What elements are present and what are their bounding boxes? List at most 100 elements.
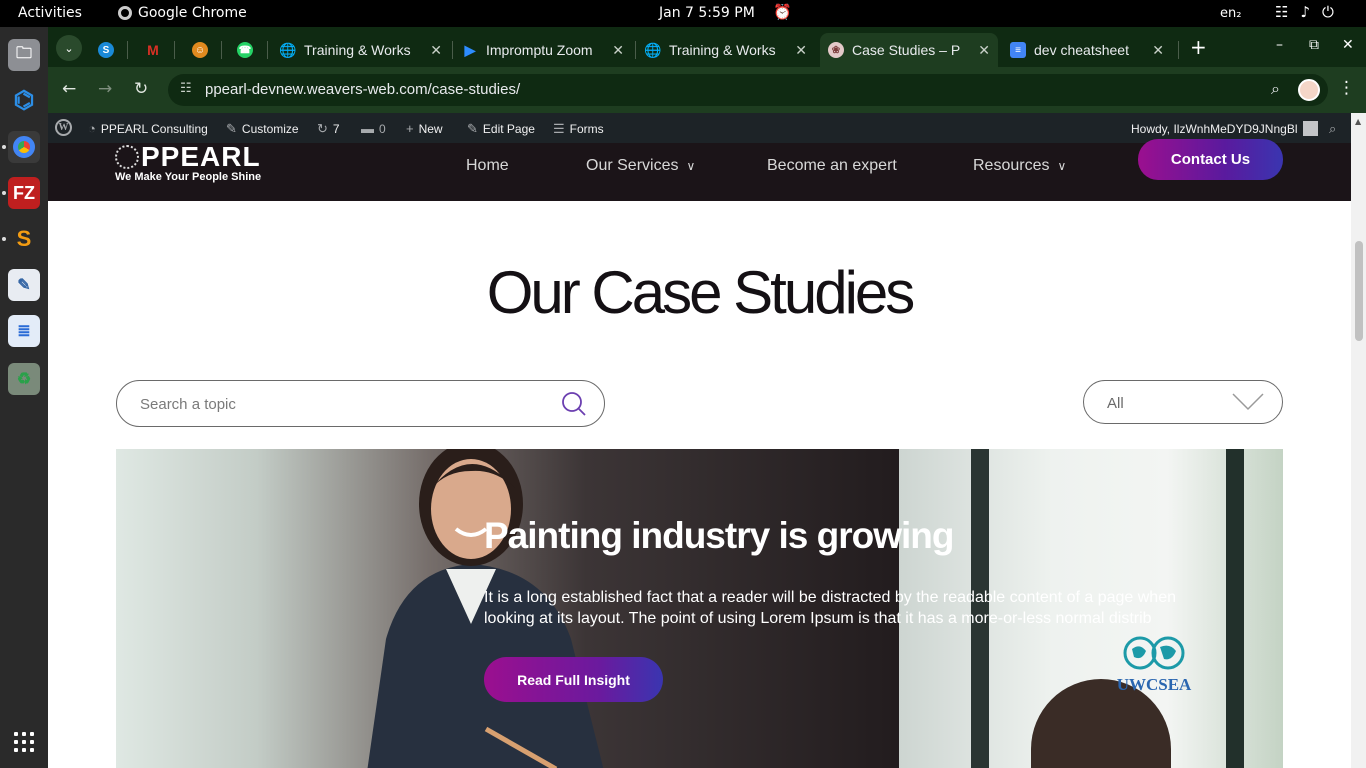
clock[interactable]: Jan 7 5:59 PM (659, 5, 755, 21)
zoom-icon[interactable]: ⌕ (1271, 79, 1280, 99)
close-tab-icon[interactable]: ✕ (430, 42, 442, 59)
close-tab-icon[interactable]: ✕ (1152, 42, 1164, 59)
partner-logo: UWCSEA (1104, 635, 1204, 695)
globe-icon: 🌐 (644, 41, 662, 58)
wp-updates[interactable]: ↻ 7 (317, 121, 340, 137)
case-study-headline: Painting industry is growing (484, 515, 954, 556)
show-apps-icon[interactable] (14, 732, 34, 752)
tab-search-icon[interactable]: ⌄ (56, 35, 82, 61)
tab-gmail[interactable]: M (145, 33, 161, 67)
wordpress-logo-icon[interactable]: W (55, 119, 72, 136)
page-title: Our Case Studies (486, 259, 916, 326)
scroll-up-icon[interactable]: ▲ (1355, 117, 1361, 126)
url-text[interactable]: ppearl-devnew.weavers-web.com/case-studi… (205, 81, 520, 98)
read-full-insight-button[interactable]: Read Full Insight (484, 657, 663, 702)
scrollbar-thumb[interactable] (1355, 241, 1363, 341)
vscode-icon[interactable]: ⌬ (8, 84, 40, 116)
chrome-menu-icon[interactable]: ⋮ (1338, 78, 1355, 98)
running-indicator (2, 145, 6, 149)
tab-mascot[interactable]: ☺ (192, 33, 208, 67)
nav-our-services[interactable]: Our Services ∨ (586, 157, 695, 175)
tab-training-2[interactable]: 🌐 Training & Works ✕ (644, 33, 815, 67)
wp-comments[interactable]: ▬ 0 (361, 121, 386, 136)
featured-case-study: Painting industry is growing It is a lon… (116, 449, 1283, 768)
page-viewport: W ◔ PPEARL Consulting ✎ Customize ↻ 7 ▬ … (48, 113, 1366, 768)
system-tray[interactable]: ☷ ♪ ⏻ (1275, 3, 1334, 21)
tab-skype[interactable]: S (98, 33, 114, 67)
whatsapp-icon: ☎ (237, 42, 253, 58)
text-editor-icon[interactable]: ✎ (8, 269, 40, 301)
trash-icon[interactable]: ♻ (8, 363, 40, 395)
tab-zoom[interactable]: ▶ Impromptu Zoom ✕ (462, 33, 632, 67)
site-logo[interactable]: PPEARL We Make Your People Shine (115, 143, 261, 183)
wp-search-icon[interactable]: ⌕ (1329, 121, 1336, 137)
profile-avatar[interactable] (1298, 79, 1320, 101)
reload-icon[interactable]: ↻ (134, 79, 148, 99)
app-menu[interactable]: Google Chrome (118, 5, 247, 21)
wp-edit-page[interactable]: ✎ Edit Page (467, 121, 535, 137)
page-scrollbar[interactable]: ▲ (1351, 113, 1366, 768)
running-indicator (2, 237, 6, 241)
chrome-app-icon (118, 6, 132, 20)
wp-site-name[interactable]: ◔ PPEARL Consulting (88, 121, 208, 136)
input-language[interactable]: en₂ (1220, 6, 1241, 21)
running-indicator (2, 191, 6, 195)
address-bar[interactable]: ☷ ppearl-devnew.weavers-web.com/case-stu… (168, 74, 1328, 106)
ppearl-icon: ❀ (828, 42, 844, 58)
tab-strip: ⌄ S M ☺ ☎ 🌐 Training & Works ✕ ▶ Impromp… (48, 27, 1366, 67)
close-tab-icon[interactable]: ✕ (612, 42, 624, 59)
chevron-down-icon: ∨ (686, 159, 696, 173)
activities-button[interactable]: Activities (18, 5, 82, 21)
case-study-excerpt: It is a long established fact that a rea… (484, 589, 1176, 627)
sublime-icon[interactable]: S (8, 223, 40, 255)
wp-customize[interactable]: ✎ Customize (226, 121, 299, 137)
volume-icon: ♪ (1300, 3, 1311, 21)
docs-viewer-icon[interactable]: ≣ (8, 315, 40, 347)
category-filter-select[interactable]: All (1083, 380, 1283, 424)
wp-forms[interactable]: ☰ Forms (553, 121, 604, 137)
browser-toolbar: ← → ↻ ☷ ppearl-devnew.weavers-web.com/ca… (48, 67, 1366, 113)
close-window-icon[interactable]: ✕ (1342, 37, 1354, 53)
close-tab-icon[interactable]: ✕ (795, 42, 807, 59)
close-tab-icon[interactable]: ✕ (978, 42, 990, 59)
power-icon: ⏻ (1322, 3, 1334, 21)
tab-training-1[interactable]: 🌐 Training & Works ✕ (279, 33, 450, 67)
nav-become-expert[interactable]: Become an expert (767, 157, 897, 175)
forms-icon: ☰ (553, 121, 565, 136)
nav-home[interactable]: Home (466, 157, 509, 175)
tab-whatsapp[interactable]: ☎ (237, 33, 253, 67)
updates-icon: ↻ (317, 121, 328, 136)
brush-icon: ✎ (226, 121, 237, 136)
filezilla-icon[interactable]: FZ (8, 177, 40, 209)
skype-icon: S (98, 42, 114, 58)
user-avatar (1302, 121, 1318, 136)
mascot-icon: ☺ (192, 42, 208, 58)
back-icon[interactable]: ← (62, 79, 76, 99)
docs-icon: ≡ (1010, 42, 1026, 58)
plus-icon: + (406, 121, 414, 136)
wp-new[interactable]: + New (406, 121, 443, 136)
gmail-icon: M (147, 42, 159, 58)
site-header: PPEARL We Make Your People Shine Home Ou… (48, 139, 1351, 201)
nav-resources[interactable]: Resources ∨ (973, 157, 1066, 175)
search-icon[interactable] (561, 391, 587, 421)
pencil-icon: ✎ (467, 121, 478, 136)
chrome-icon[interactable] (8, 131, 40, 163)
chevron-down-icon: ∨ (1057, 159, 1067, 173)
forward-icon[interactable]: → (98, 79, 112, 99)
system-top-bar: Activities Google Chrome Jan 7 5:59 PM ⏰… (0, 0, 1366, 27)
minimize-icon[interactable]: – (1276, 37, 1283, 53)
comment-icon: ▬ (361, 121, 374, 136)
zoom-icon: ▶ (464, 41, 476, 58)
tab-case-studies[interactable]: ❀ Case Studies – P ✕ (820, 33, 998, 67)
tab-dev-cheatsheet[interactable]: ≡ dev cheatsheet ✕ (1010, 33, 1172, 67)
alarm-icon: ⏰ (773, 3, 792, 21)
new-tab-button[interactable]: + (1190, 35, 1207, 59)
wp-howdy[interactable]: Howdy, IlzWnhMeDYD9JNngBl (1131, 121, 1318, 136)
search-input[interactable]: Search a topic (116, 380, 605, 427)
network-logo-icon (115, 145, 139, 169)
maximize-icon[interactable]: ⧉ (1309, 37, 1319, 53)
site-info-icon[interactable]: ☷ (180, 81, 192, 96)
contact-us-button[interactable]: Contact Us (1138, 139, 1283, 180)
files-icon[interactable]: 🗀 (8, 39, 40, 71)
